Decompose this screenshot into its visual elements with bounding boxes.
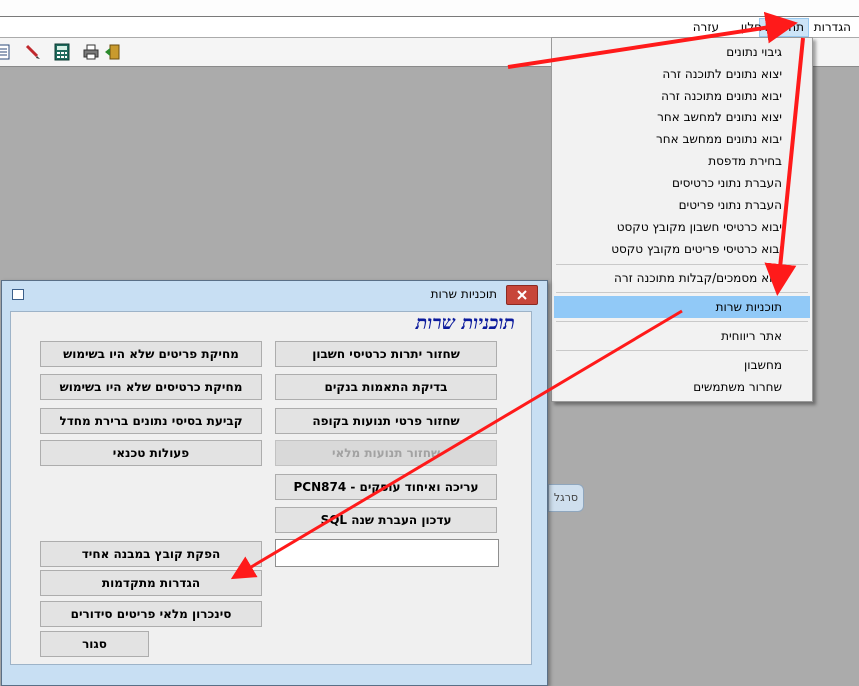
close-icon [517, 290, 527, 300]
dialog-title-bar[interactable]: תוכניות שרות [2, 281, 547, 307]
window-icon [12, 289, 24, 300]
dialog-text-field[interactable] [275, 539, 499, 567]
menu-item-release-users[interactable]: שחרור משתמשים [562, 377, 782, 397]
edit-merge-dealers-pcn874-button[interactable]: עריכה ואיחוד עוסקים - PCN874 [275, 474, 497, 500]
technician-actions-button[interactable]: פעולות טכנאי [40, 440, 262, 466]
menu-maintenance[interactable]: תחזוקה [759, 18, 809, 37]
menu-item-calculator[interactable]: מחשבון [562, 355, 782, 375]
set-default-databases-button[interactable]: קביעת בסיסי נתונים ברירת מחדל [40, 408, 262, 434]
delete-unused-items-button[interactable]: מחיקת פריטים שלא היו בשימוש [40, 341, 262, 367]
menu-bar: הגדרות תחזוקה חלון עזרה [0, 17, 859, 37]
pen-icon[interactable] [24, 43, 42, 61]
sync-inventory-serials-button[interactable]: סינכרון מלאי פריטים סידורים [40, 601, 262, 627]
close-button[interactable]: סגור [40, 631, 149, 657]
menu-item-service-programs[interactable]: תוכניות שרות [562, 297, 782, 317]
list-icon[interactable] [0, 43, 12, 61]
menu-separator [556, 292, 808, 293]
restore-account-balances-button[interactable]: שחזור יתרות כרטיסי חשבון [275, 341, 497, 367]
menu-item-export-foreign[interactable]: יצוא נתונים לתוכנה זרה [562, 64, 782, 84]
restore-cashbox-transactions-button[interactable]: שחזור פרטי תנועות בקופה [275, 408, 497, 434]
exit-door-icon[interactable] [104, 43, 122, 61]
maintenance-menu: גיבוי נתונים יצוא נתונים לתוכנה זרה יבוא… [551, 37, 813, 402]
dialog-heading: תוכניות שרות [415, 312, 515, 334]
menu-item-transfer-cards[interactable]: העברת נתוני כרטיסים [562, 173, 782, 193]
menu-separator [556, 350, 808, 351]
printer-icon[interactable] [82, 43, 100, 61]
calculator-icon[interactable] [53, 43, 71, 61]
menu-item-printer-select[interactable]: בחירת מדפסת [562, 151, 782, 171]
side-tab[interactable]: סרגל [548, 484, 584, 512]
menu-settings[interactable]: הגדרות [810, 19, 855, 36]
menu-window[interactable]: חלון [737, 19, 766, 36]
menu-item-import-account-cards[interactable]: יבוא כרטיסי חשבון מקובץ טקסט [562, 217, 782, 237]
menu-item-import-documents[interactable]: יבוא מסמכים/קבלות מתוכנה זרה [562, 268, 782, 288]
delete-unused-cards-button[interactable]: מחיקת כרטיסים שלא היו בשימוש [40, 374, 262, 400]
menu-item-website[interactable]: אתר ריווחית [562, 326, 782, 346]
dialog-title: תוכניות שרות [430, 287, 497, 301]
menu-separator [556, 264, 808, 265]
menu-item-transfer-items[interactable]: העברת נתוני פריטים [562, 195, 782, 215]
menu-item-export-other-computer[interactable]: יצוא נתונים למחשב אחר [562, 107, 782, 127]
advanced-settings-button[interactable]: הגדרות מתקדמות [40, 570, 262, 596]
bank-reconciliation-check-button[interactable]: בדיקת התאמות בנקים [275, 374, 497, 400]
service-programs-dialog: תוכניות שרות תוכניות שרות שחזור יתרות כר… [1, 280, 548, 686]
menu-item-import-item-cards[interactable]: יבוא כרטיסי פריטים מקובץ טקסט [562, 239, 782, 259]
update-year-transfer-sql-button[interactable]: עדכון העברת שנה SQL [275, 507, 497, 533]
window-top-strip [0, 0, 859, 17]
produce-uniform-file-button[interactable]: הפקת קובץ במבנה אחיד [40, 541, 262, 567]
menu-item-import-other-computer[interactable]: יבוא נתונים ממחשב אחר [562, 129, 782, 149]
restore-inventory-transactions-button[interactable]: שחזור תנועות מלאי [275, 440, 497, 466]
menu-item-backup[interactable]: גיבוי נתונים [562, 42, 782, 62]
close-window-button[interactable] [506, 285, 538, 305]
menu-help[interactable]: עזרה [689, 19, 723, 36]
menu-separator [556, 321, 808, 322]
dialog-content: תוכניות שרות שחזור יתרות כרטיסי חשבון בד… [10, 311, 532, 665]
menu-item-import-foreign[interactable]: יבוא נתונים מתוכנה זרה [562, 86, 782, 106]
